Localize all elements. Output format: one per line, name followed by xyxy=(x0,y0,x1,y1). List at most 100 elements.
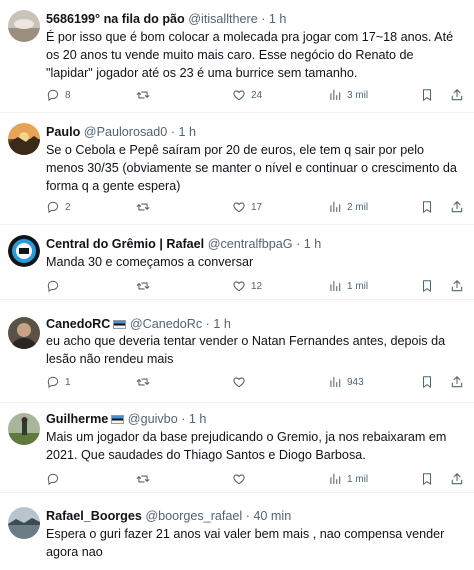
bookmark-button[interactable] xyxy=(420,278,434,294)
tweet-text: É por isso que é bom colocar a molecada … xyxy=(46,30,454,80)
timestamp[interactable]: 1 h xyxy=(179,125,197,139)
tweet[interactable]: 5686199° na fila do pão @itisallthere · … xyxy=(0,0,474,113)
timestamp[interactable]: 40 min xyxy=(253,509,291,523)
tweet-text: Manda 30 e começamos a conversar xyxy=(46,255,254,269)
bookmark-icon xyxy=(420,279,434,293)
like-icon xyxy=(232,472,246,486)
retweet-button[interactable] xyxy=(136,87,155,103)
share-icon xyxy=(450,200,464,214)
like-icon xyxy=(232,279,246,293)
person-photo-avatar[interactable] xyxy=(8,317,40,349)
separator: · xyxy=(296,237,301,251)
sky-photo-avatar[interactable] xyxy=(8,10,40,42)
reply-button[interactable]: 2 xyxy=(46,199,71,215)
retweet-button[interactable] xyxy=(136,199,155,215)
tweet-text: Mais um jogador da base prejudicando o G… xyxy=(46,430,447,462)
separator: · xyxy=(205,317,210,331)
action-bar: 12 1 mil xyxy=(46,278,466,294)
retweet-icon xyxy=(136,200,150,214)
like-count: 24 xyxy=(251,89,263,101)
views-button[interactable]: 943 xyxy=(328,374,364,390)
views-button[interactable]: 1 mil xyxy=(328,278,368,294)
author-handle[interactable]: @guivbo xyxy=(128,412,178,426)
views-icon xyxy=(328,472,342,486)
action-bar: 1 943 xyxy=(46,374,466,390)
retweet-icon xyxy=(136,88,150,102)
timestamp[interactable]: 1 h xyxy=(269,12,287,26)
retweet-button[interactable] xyxy=(136,278,155,294)
like-button[interactable] xyxy=(232,471,251,487)
tweet-header: 5686199° na fila do pão @itisallthere · … xyxy=(46,11,466,27)
view-count: 2 mil xyxy=(347,201,369,213)
author-handle[interactable]: @centralfbpaG xyxy=(208,237,293,251)
reply-icon xyxy=(46,375,60,389)
views-button[interactable]: 2 mil xyxy=(328,199,368,215)
author-name[interactable]: Guilherme xyxy=(46,412,108,426)
estonia-flag-icon xyxy=(113,320,127,329)
action-bar: 2 17 2 mil xyxy=(46,199,466,215)
share-button[interactable] xyxy=(450,471,464,487)
like-icon xyxy=(232,375,246,389)
club-badge-avatar[interactable] xyxy=(8,235,40,267)
like-button[interactable]: 12 xyxy=(232,278,262,294)
action-bar: 1 mil xyxy=(46,471,466,487)
action-bar: 8 24 3 mil xyxy=(46,87,466,103)
tweet[interactable]: CanedoRC @CanedoRc · 1 h eu acho que dev… xyxy=(0,300,474,403)
separator: · xyxy=(245,509,250,523)
tweet-header: Guilherme @guivbo · 1 h xyxy=(46,411,466,427)
author-name[interactable]: Rafael_Boorges xyxy=(46,509,142,523)
views-button[interactable]: 1 mil xyxy=(328,471,368,487)
author-handle[interactable]: @itisallthere xyxy=(188,12,257,26)
bookmark-icon xyxy=(420,375,434,389)
reply-button[interactable] xyxy=(46,278,65,294)
author-name[interactable]: 5686199° na fila do pão xyxy=(46,12,185,26)
timestamp[interactable]: 1 h xyxy=(189,412,207,426)
share-icon xyxy=(450,88,464,102)
like-button[interactable]: 24 xyxy=(232,87,262,103)
timestamp[interactable]: 1 h xyxy=(304,237,322,251)
author-name[interactable]: CanedoRC xyxy=(46,317,110,331)
tweet[interactable]: Guilherme @guivbo · 1 h Mais um jogador … xyxy=(0,403,474,493)
tweet-text: eu acho que deveria tentar vender o Nata… xyxy=(46,334,446,366)
author-handle[interactable]: @boorges_rafael xyxy=(145,509,242,523)
bookmark-icon xyxy=(420,472,434,486)
field-photo-avatar[interactable] xyxy=(8,413,40,445)
timestamp[interactable]: 1 h xyxy=(213,317,231,331)
view-count: 1 mil xyxy=(347,473,369,485)
author-handle[interactable]: @CanedoRc xyxy=(130,317,202,331)
reply-count: 1 xyxy=(65,376,71,388)
author-handle[interactable]: @Paulorosad0 xyxy=(84,125,168,139)
author-name[interactable]: Paulo xyxy=(46,125,80,139)
retweet-icon xyxy=(136,375,150,389)
tweet-text: Espera o guri fazer 21 anos vai valer be… xyxy=(46,527,445,559)
reply-icon xyxy=(46,88,60,102)
bookmark-icon xyxy=(420,88,434,102)
tweet[interactable]: Central do Grêmio | Rafael @centralfbpaG… xyxy=(0,225,474,300)
bookmark-button[interactable] xyxy=(420,471,434,487)
share-icon xyxy=(450,279,464,293)
author-name[interactable]: Central do Grêmio | Rafael xyxy=(46,237,204,251)
reply-button[interactable]: 8 xyxy=(46,87,71,103)
tweet[interactable]: Paulo @Paulorosad0 · 1 h Se o Cebola e P… xyxy=(0,113,474,225)
like-button[interactable] xyxy=(232,374,251,390)
share-button[interactable] xyxy=(450,278,464,294)
bookmark-button[interactable] xyxy=(420,87,434,103)
views-button[interactable]: 3 mil xyxy=(328,87,368,103)
bookmark-button[interactable] xyxy=(420,199,434,215)
lake-photo-avatar[interactable] xyxy=(8,507,40,539)
retweet-icon xyxy=(136,279,150,293)
share-button[interactable] xyxy=(450,374,464,390)
reply-button[interactable]: 1 xyxy=(46,374,71,390)
tweet-header: Paulo @Paulorosad0 · 1 h xyxy=(46,124,466,140)
reply-button[interactable] xyxy=(46,471,65,487)
retweet-button[interactable] xyxy=(136,374,155,390)
like-button[interactable]: 17 xyxy=(232,199,262,215)
sunset-photo-avatar[interactable] xyxy=(8,123,40,155)
separator: · xyxy=(181,412,186,426)
share-button[interactable] xyxy=(450,199,464,215)
tweet[interactable]: Rafael_Boorges @boorges_rafael · 40 min … xyxy=(0,493,474,570)
retweet-button[interactable] xyxy=(136,471,155,487)
bookmark-button[interactable] xyxy=(420,374,434,390)
share-button[interactable] xyxy=(450,87,464,103)
view-count: 3 mil xyxy=(347,89,369,101)
